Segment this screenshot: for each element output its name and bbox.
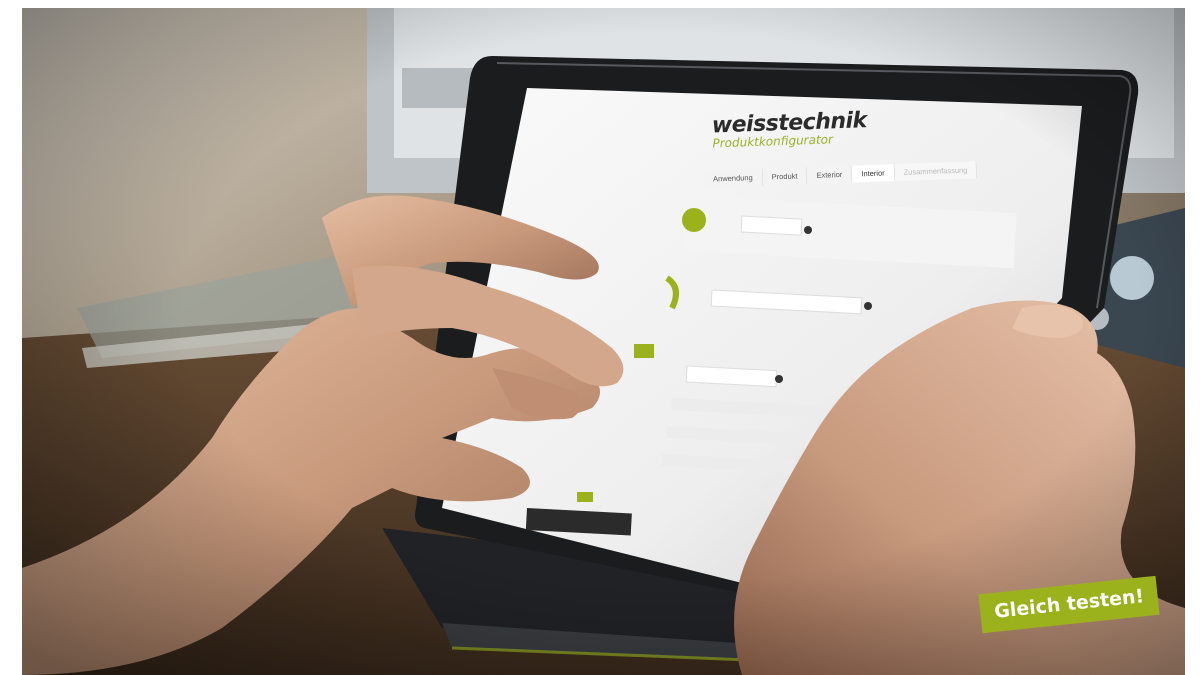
tablet-brand: weisstechnik Produktkonfigurator <box>711 107 912 150</box>
tab-zusammenfassung: Zusammenfassung <box>894 161 978 182</box>
tab-anwendung: Anwendung <box>703 168 763 188</box>
tab-produkt: Produkt <box>762 167 808 186</box>
tab-exterior: Exterior <box>807 165 853 185</box>
scene <box>22 8 1185 675</box>
photo: weisstechnik Produktkonfigurator Anwendu… <box>22 8 1185 675</box>
tab-interior: Interior <box>852 164 895 183</box>
